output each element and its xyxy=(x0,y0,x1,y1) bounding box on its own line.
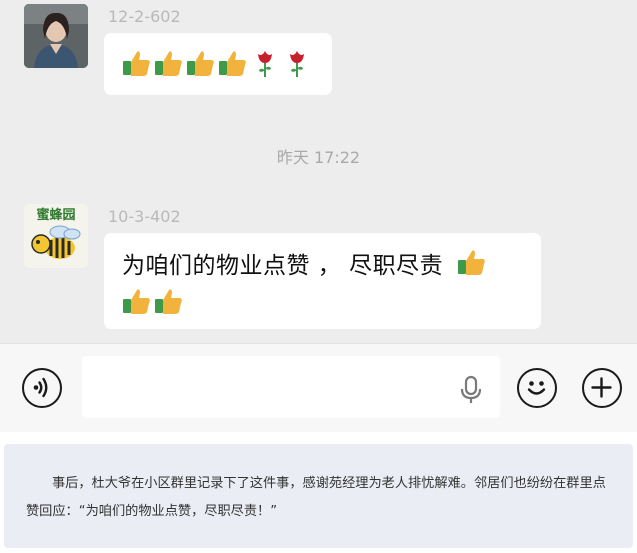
thumbs-up-icon xyxy=(155,51,182,76)
rose-icon xyxy=(290,51,304,77)
chat-area: 12-2-602 昨天 17:22 蜜蜂园 10-3-402 为咱们的物业点赞 … xyxy=(0,0,637,343)
voice-icon xyxy=(33,377,48,398)
thumbs-up-icon xyxy=(219,51,246,76)
avatar-logo-text: 蜜蜂园 xyxy=(36,207,75,223)
message-text: 为咱们的物业点赞 ， 尽职尽责 xyxy=(122,253,444,279)
thumbs-up-icon xyxy=(187,51,214,76)
emoji-button[interactable] xyxy=(517,368,557,408)
emoji-row xyxy=(122,286,523,316)
smiley-icon xyxy=(527,381,546,395)
plus-button[interactable] xyxy=(582,368,622,408)
caption-box: 事后，杜大爷在小区群里记录下了这件事，感谢苑经理为老人排忧解难。邻居们也纷纷在群… xyxy=(4,444,633,548)
message-bubble[interactable] xyxy=(104,33,332,95)
thumbs-up-icon xyxy=(457,250,485,275)
message-input[interactable] xyxy=(82,356,500,418)
thumbs-up-icon xyxy=(155,289,182,314)
timestamp: 昨天 17:22 xyxy=(276,148,361,167)
avatar[interactable] xyxy=(24,4,88,68)
avatar[interactable]: 蜜蜂园 xyxy=(24,204,88,268)
thumbs-up-icon xyxy=(123,51,150,76)
voice-button[interactable] xyxy=(22,368,62,408)
rose-icon xyxy=(258,51,272,77)
message-bubble[interactable]: 为咱们的物业点赞 ， 尽职尽责 xyxy=(104,233,541,329)
sender-name: 10-3-402 xyxy=(108,207,181,226)
input-bar xyxy=(0,343,637,432)
plus-icon xyxy=(591,377,612,398)
microphone-icon[interactable] xyxy=(458,375,484,405)
thumbs-up-icon xyxy=(123,289,150,314)
emoji-row xyxy=(122,48,332,78)
caption-text: 事后，杜大爷在小区群里记录下了这件事，感谢苑经理为老人排忧解难。邻居们也纷纷在群… xyxy=(26,476,606,519)
sender-name: 12-2-602 xyxy=(108,7,181,26)
message-text-line: 为咱们的物业点赞 ， 尽职尽责 xyxy=(122,246,523,286)
